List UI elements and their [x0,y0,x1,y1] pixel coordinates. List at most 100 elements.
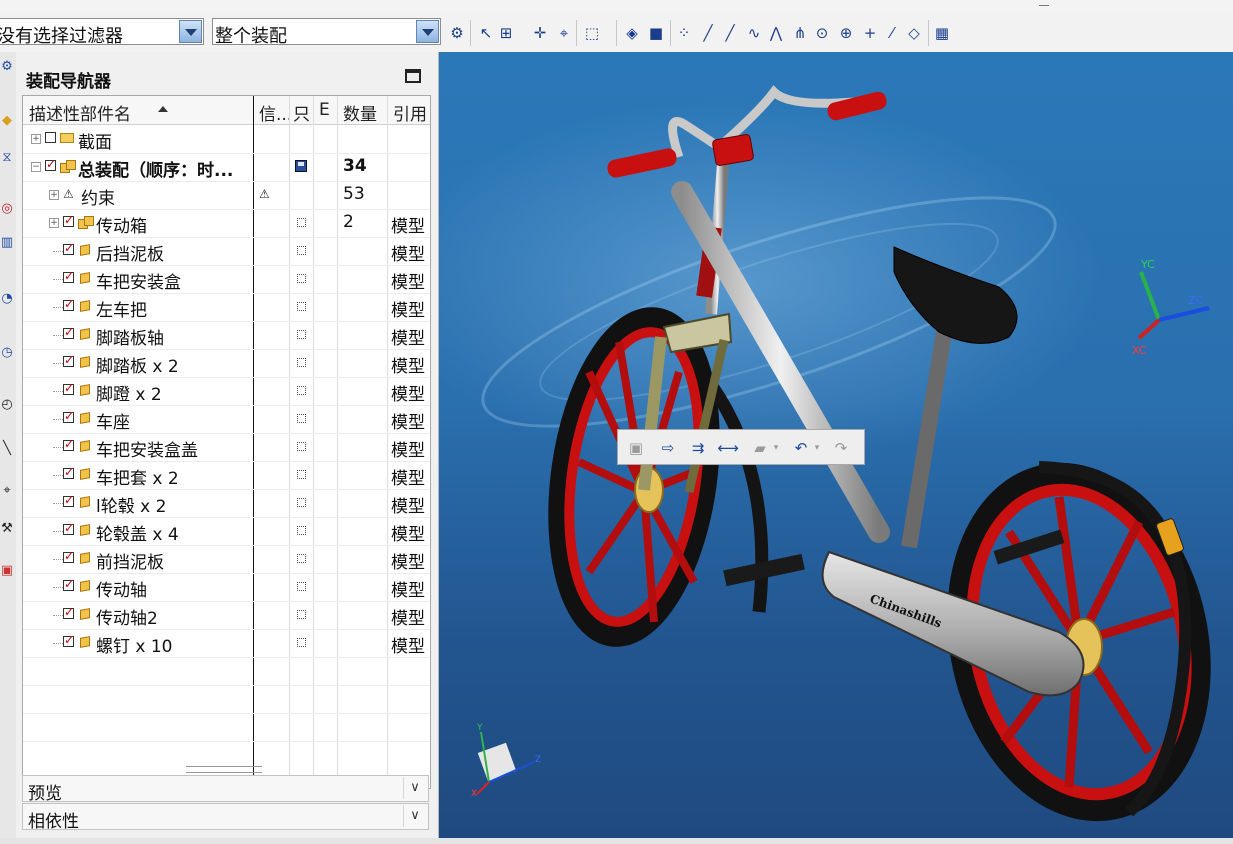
visibility-checkbox[interactable] [63,325,74,339]
visibility-checkbox[interactable] [63,437,74,451]
constraint-navigator-tab-icon[interactable]: ⧖ [0,147,14,169]
filter-gear-icon[interactable]: ⚙ [447,23,467,43]
assembly-constraint-icon[interactable]: ⇉ [687,437,709,459]
preview-section[interactable]: 预览 ∨ [22,775,429,804]
visibility-checkbox[interactable] [63,493,74,507]
minimize-button[interactable] [1030,0,1058,12]
table-row[interactable]: 轮毂盖 x 4 模型 [23,517,430,546]
select-box-icon[interactable]: ⊞ [496,23,516,43]
column-header-reference[interactable]: 引用 [393,100,429,125]
visibility-checkbox[interactable] [63,269,74,283]
intersection-icon[interactable]: ⋔ [790,23,810,43]
table-row[interactable]: + ⚠ 约束 ⚠ 53 [23,181,430,210]
cross-point-icon[interactable]: + [860,23,880,43]
chevron-down-icon[interactable]: ▾ [812,437,822,459]
visibility-checkbox[interactable] [45,132,56,143]
table-row[interactable]: 左车把 模型 [23,293,430,322]
spline-icon[interactable]: ⋀ [766,23,786,43]
visibility-checkbox[interactable] [63,241,74,255]
column-header-quantity[interactable]: 数量 [343,100,387,125]
history-tab-icon[interactable]: ◷ [0,342,14,364]
chevron-down-icon[interactable] [416,20,439,43]
view-render-icon[interactable]: ◈ [622,23,642,43]
column-header-info[interactable]: 信... [259,100,289,125]
table-row[interactable]: 传动轴 模型 [23,573,430,602]
expand-icon[interactable]: + [49,190,59,200]
edit-component-icon[interactable]: ▣ [625,437,647,459]
table-row[interactable]: 车座 模型 [23,405,430,434]
chevron-down-icon[interactable] [179,20,202,43]
visibility-checkbox[interactable] [63,633,74,647]
chevron-down-icon[interactable]: ▾ [771,437,781,459]
shaded-cube-icon[interactable]: ■ [646,23,666,43]
selection-filter-combo[interactable]: 没有选择过滤器 [0,18,204,47]
reuse-library-tab-icon[interactable]: ▥ [0,232,14,254]
column-header-e[interactable]: E [319,100,333,120]
visibility-checkbox[interactable] [63,213,74,227]
table-row[interactable]: 前挡泥板 模型 [23,545,430,574]
tool-icon[interactable]: ╲ [0,438,14,460]
table-row[interactable]: − 总装配（顺序：时... 34 [23,153,430,182]
curve-icon[interactable]: ∿ [744,23,764,43]
table-row[interactable]: 车把安装盒盖 模型 [23,433,430,462]
clock-icon[interactable]: ◴ [0,394,14,416]
sort-ascending-icon[interactable] [158,106,168,112]
measure-distance-icon[interactable]: ⟷ [717,437,739,459]
rectangle-select-icon[interactable]: ⬚ [582,23,602,43]
visibility-checkbox[interactable] [63,353,74,367]
visibility-checkbox[interactable] [63,409,74,423]
table-row[interactable]: 脚踏板 x 2 模型 [23,349,430,378]
snap-point-icon[interactable]: ✛ [530,23,550,43]
midpoint-icon[interactable]: ╱ [720,23,740,43]
visibility-checkbox[interactable] [63,605,74,619]
assembly-navigator-tab-icon[interactable]: ◆ [0,110,14,132]
face-point-icon[interactable]: ◇ [904,23,924,43]
graphics-viewport[interactable]: Chinashills YC ZC XC Y Z X ▣ ⇨ ⇉ ⟷ ▰ ▾ ↶… [439,52,1233,838]
settings-icon[interactable]: ⚙ [0,56,14,78]
line-point-icon[interactable]: ⁄ [882,23,902,43]
column-header-name[interactable]: 描述性部件名 [29,100,154,125]
table-row[interactable]: 螺钉 x 10 模型 [23,629,430,658]
maximize-icon[interactable] [405,69,421,83]
visibility-checkbox[interactable] [63,577,74,591]
chevron-down-icon[interactable]: ∨ [403,805,426,827]
grid-table-icon[interactable]: ▦ [932,23,952,43]
table-row[interactable]: 脚蹬 x 2 模型 [23,377,430,406]
selection-scope-combo[interactable]: 整个装配 [212,18,441,47]
table-row[interactable]: l轮毂 x 2 模型 [23,489,430,518]
table-row[interactable]: 脚踏板轴 模型 [23,321,430,350]
visibility-checkbox[interactable] [45,157,56,171]
table-row[interactable]: 后挡泥板 模型 [23,237,430,266]
table-row[interactable]: 车把安装盒 模型 [23,265,430,294]
roles-icon[interactable]: ⚒ [0,518,14,540]
dependency-section[interactable]: 相依性 ∨ [22,803,429,832]
table-row[interactable]: + 截面 [23,125,430,154]
panel-splitter[interactable] [186,766,262,773]
undo-icon[interactable]: ↶ [790,437,812,459]
visibility-checkbox[interactable] [63,381,74,395]
select-arrow-icon[interactable]: ↖ [476,23,496,43]
table-row[interactable]: + 传动箱 2 模型 [23,209,430,238]
move-component-icon[interactable]: ⇨ [657,437,679,459]
collapse-icon[interactable]: − [31,162,41,172]
visibility-checkbox[interactable] [63,521,74,535]
snap-grid-icon[interactable]: ⁘ [674,23,694,43]
snap-angle-icon[interactable]: ⌖ [554,23,574,43]
expand-icon[interactable]: + [31,134,41,144]
chevron-down-icon[interactable]: ∨ [403,777,426,799]
part-navigator-tab-icon[interactable]: ◎ [0,198,14,220]
visibility-checkbox[interactable] [63,549,74,563]
open-folder-icon[interactable]: ▰ [749,437,771,459]
column-header-readonly[interactable]: 只 [293,100,311,125]
quadrant-icon[interactable]: ⊕ [836,23,856,43]
system-materials-icon[interactable]: ▣ [0,560,14,582]
expand-icon[interactable]: + [49,218,59,228]
redo-icon[interactable]: ↷ [830,437,852,459]
endpoint-icon[interactable]: ╱ [698,23,718,43]
measure-icon[interactable]: ⌖ [0,480,14,502]
visibility-checkbox[interactable] [63,297,74,311]
table-row[interactable]: 车把套 x 2 模型 [23,461,430,490]
center-point-icon[interactable]: ⊙ [812,23,832,43]
web-browser-tab-icon[interactable]: ◔ [0,288,14,310]
visibility-checkbox[interactable] [63,465,74,479]
